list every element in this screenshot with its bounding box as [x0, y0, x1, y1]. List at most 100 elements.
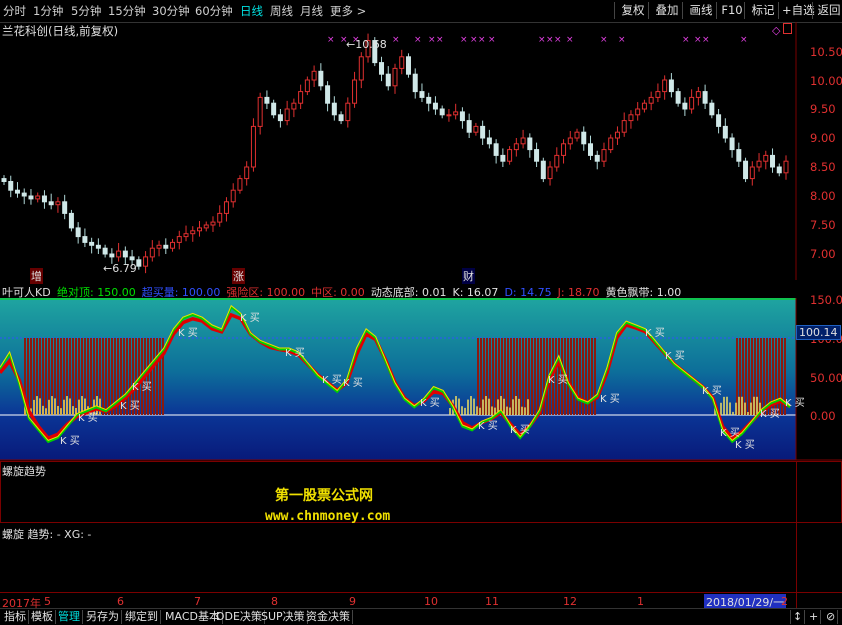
x-marker-icon: ×: [566, 35, 574, 45]
x-marker-icon: ×: [600, 35, 608, 45]
candle-body: [588, 143, 593, 156]
candle-body: [554, 154, 560, 168]
candle-body: [352, 79, 358, 104]
x-marker-icon: ×: [694, 35, 702, 45]
period-5min[interactable]: 5分钟: [71, 3, 101, 19]
buy-signal: K 买: [785, 397, 805, 409]
candle-body: [662, 79, 668, 93]
y-tick-main: 8.50: [810, 160, 836, 174]
tab-manage[interactable]: 管理: [56, 610, 83, 624]
tab-template[interactable]: 模板: [29, 610, 56, 624]
candle-body: [129, 256, 135, 261]
tab-indicator[interactable]: 指标: [2, 610, 29, 624]
candle-body: [473, 125, 479, 133]
back-button[interactable]: 返回: [812, 2, 842, 19]
period-daily[interactable]: 日线: [240, 3, 263, 19]
candle-body: [122, 250, 128, 258]
period-intraday[interactable]: 分时: [3, 3, 26, 19]
y-tick-main: 9.50: [810, 102, 836, 116]
disable-icon[interactable]: ⊘: [824, 610, 839, 624]
candle-body: [493, 143, 499, 156]
x-marker-icon: ×: [682, 35, 690, 45]
tab-bind-to[interactable]: 绑定到: [123, 610, 161, 624]
high-price-label: ←10.68: [346, 38, 387, 51]
buy-signal: K 买: [665, 351, 685, 363]
tab-fund[interactable]: 资金决策: [304, 610, 353, 624]
buy-signal: K 买: [420, 397, 440, 409]
candle-body: [608, 137, 614, 151]
period-1min[interactable]: 1分钟: [33, 3, 63, 19]
candle-body: [284, 108, 290, 122]
candle-body: [405, 56, 411, 75]
mark-button[interactable]: 标记: [744, 2, 781, 19]
adjust-price-button[interactable]: 复权: [614, 2, 651, 19]
candle-body: [547, 166, 553, 180]
lower-panel-label: 螺旋 趋势: - XG: -: [2, 528, 92, 541]
event-marker[interactable]: 增: [30, 268, 43, 284]
period-more[interactable]: 更多 >: [330, 3, 366, 19]
candle-body: [709, 102, 715, 116]
overlay-button[interactable]: 叠加: [648, 2, 685, 19]
draw-line-button[interactable]: 画线: [682, 2, 719, 19]
candle-body: [716, 114, 722, 127]
period-toolbar: 分时 1分钟 5分钟 15分钟 30分钟 60分钟 日线 周线 月线 更多 > …: [0, 0, 842, 23]
add-watchlist-button[interactable]: +自选: [778, 2, 815, 19]
candle-body: [345, 102, 351, 122]
candle-body: [776, 166, 782, 174]
candle-body: [675, 91, 681, 104]
y-tick-main: 7.50: [810, 218, 836, 232]
buy-signal: K 买: [548, 374, 568, 386]
candle-body: [385, 73, 391, 87]
y-tick-ind: 150.00: [810, 293, 842, 307]
x-axis-label: 11: [485, 595, 499, 608]
add-icon[interactable]: +: [807, 610, 822, 624]
candle-body: [358, 56, 364, 81]
x-marker-icon: ×: [392, 35, 400, 45]
candle-body: [223, 201, 229, 214]
candle-body: [682, 102, 688, 110]
candle-body: [783, 160, 789, 174]
tab-save-as[interactable]: 另存为: [84, 610, 122, 624]
x-axis-label: 10: [424, 595, 438, 608]
candlesticks: [1, 33, 789, 274]
event-marker[interactable]: 财: [462, 268, 475, 284]
candle-body: [331, 102, 337, 116]
buy-signal: K 买: [510, 424, 530, 436]
candle-body: [689, 96, 695, 110]
candle-body: [102, 247, 108, 255]
candle-body: [621, 120, 627, 133]
candle-body: [89, 241, 95, 246]
candle-body: [183, 233, 189, 238]
tab-sup[interactable]: SUP决策: [259, 610, 308, 624]
expand-icon[interactable]: ↕: [790, 610, 806, 624]
x-marker-icon: ×: [488, 35, 496, 45]
buy-signal: K 买: [322, 374, 342, 386]
spiral-panel: [0, 461, 842, 523]
candle-body: [736, 149, 742, 162]
y-tick-main: 10.00: [810, 74, 842, 88]
candle-body: [163, 244, 169, 249]
buy-signal: K 买: [120, 401, 140, 413]
event-marker[interactable]: 涨: [232, 268, 245, 284]
x-marker-icon: ×: [460, 35, 468, 45]
buy-signal: K 买: [178, 328, 198, 340]
candle-body: [668, 79, 674, 93]
candle-body: [486, 137, 492, 145]
candle-body: [695, 91, 701, 98]
tab-dde[interactable]: DDE决策: [214, 610, 265, 624]
candle-body: [41, 195, 47, 203]
period-60min[interactable]: 60分钟: [195, 3, 233, 19]
x-marker-icon: ×: [702, 35, 710, 45]
f10-button[interactable]: F10: [716, 2, 747, 19]
x-axis-label: 6: [117, 595, 124, 608]
period-weekly[interactable]: 周线: [270, 3, 293, 19]
buy-signal: K 买: [735, 439, 755, 451]
buy-signal: K 买: [132, 382, 152, 394]
period-30min[interactable]: 30分钟: [152, 3, 190, 19]
candle-body: [749, 166, 755, 180]
candle-body: [655, 91, 661, 98]
period-monthly[interactable]: 月线: [300, 3, 323, 19]
candle-body: [257, 96, 263, 127]
period-15min[interactable]: 15分钟: [108, 3, 146, 19]
candle-body: [392, 67, 398, 87]
